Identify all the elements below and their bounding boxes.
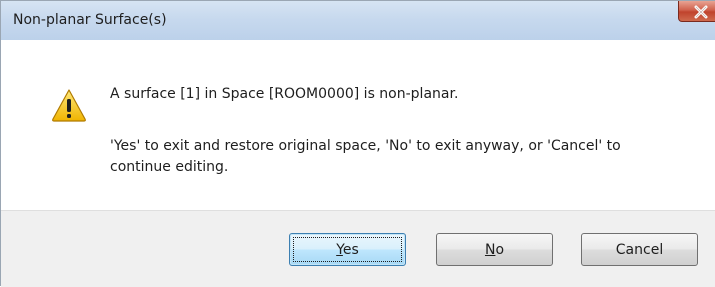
window-title: Non-planar Surface(s) <box>13 12 167 28</box>
close-icon <box>694 5 708 19</box>
message-secondary: 'Yes' to exit and restore original space… <box>110 138 621 175</box>
no-mnemonic: N <box>484 241 496 258</box>
cancel-button[interactable]: Cancel <box>581 233 698 266</box>
close-button[interactable] <box>678 1 715 22</box>
button-bar: Yes No Cancel <box>1 210 715 287</box>
message-primary: A surface [1] in Space [ROOM0000] is non… <box>110 86 459 102</box>
title-bar[interactable]: Non-planar Surface(s) <box>1 1 715 40</box>
cancel-label: Cancel <box>615 241 664 258</box>
no-label-rest: o <box>495 241 505 258</box>
focus-rectangle <box>293 237 402 262</box>
message-area: A surface [1] in Space [ROOM0000] is non… <box>1 40 715 210</box>
yes-button[interactable]: Yes <box>289 233 406 266</box>
non-planar-surface-dialog: Non-planar Surface(s) A surface [1] in S… <box>0 0 715 287</box>
warning-icon <box>52 89 86 122</box>
no-button[interactable]: No <box>436 233 553 266</box>
